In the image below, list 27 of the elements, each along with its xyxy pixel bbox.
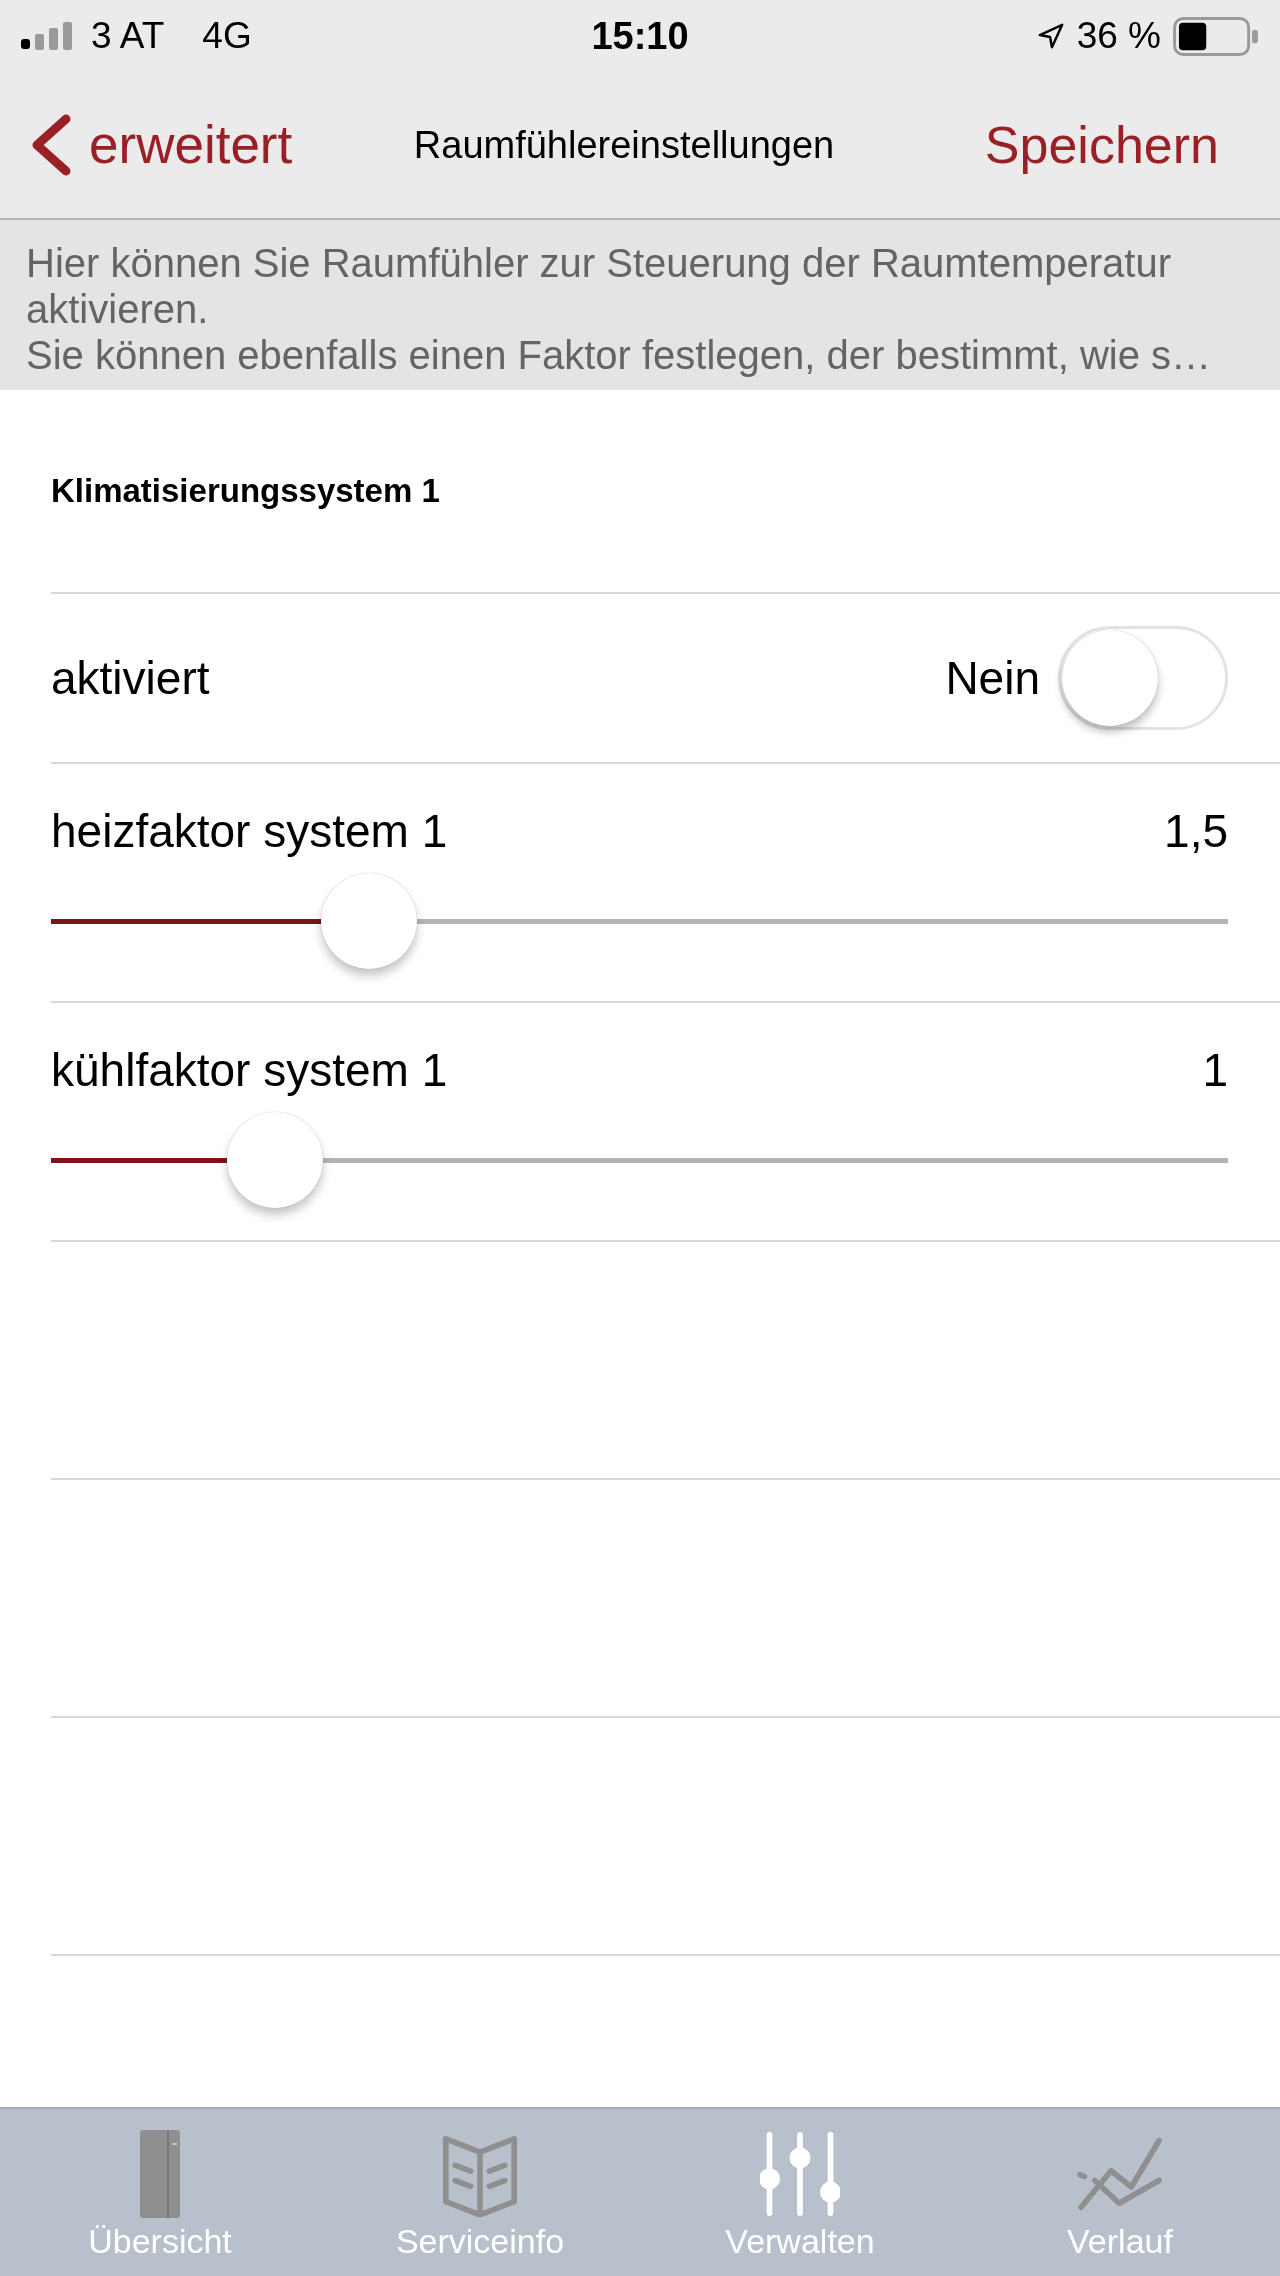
tab[interactable]: Verwalten: [640, 2109, 960, 2276]
section-title: Klimatisierungssystem 1: [51, 471, 440, 511]
tab[interactable]: Serviceinfo: [320, 2109, 640, 2276]
network-type: 4G: [202, 14, 252, 58]
toggle-value: Nein: [945, 651, 1040, 705]
save-button[interactable]: Speichern: [984, 113, 1219, 177]
carrier-name: 3 AT: [91, 14, 165, 58]
battery-icon: [1173, 16, 1259, 56]
back-button[interactable]: erweitert: [29, 113, 293, 177]
setting-label: heizfaktor system 1: [51, 804, 448, 858]
description-text: Hier können Sie Raumfühler zur Steuerung der Raumtemperatur aktivieren.: [26, 240, 1173, 332]
tab[interactable]: Übersicht: [0, 2109, 320, 2276]
slider-value: 1: [1202, 1043, 1228, 1097]
tab[interactable]: Verlauf: [960, 2109, 1280, 2276]
setting-label: aktiviert: [51, 651, 211, 705]
screen-title: Raumfühlereinstellungen: [413, 123, 835, 168]
sliders-icon: [760, 2130, 840, 2218]
description-text: Sie können ebenfalls einen Faktor festlegen, der bestimmt, wie s…: [26, 332, 1213, 378]
slider-thumb[interactable]: [226, 1112, 323, 1208]
slider-value: 1,5: [1164, 804, 1228, 858]
location-arrow-icon: [1036, 22, 1065, 50]
slider-thumb[interactable]: [320, 873, 417, 969]
setting-label: kühlfaktor system 1: [51, 1043, 448, 1097]
battery-percent: 36 %: [1076, 14, 1161, 58]
cabinet-icon: [140, 2130, 180, 2218]
clock-time: 15:10: [591, 14, 689, 58]
line-chart-icon: [1077, 2136, 1163, 2212]
